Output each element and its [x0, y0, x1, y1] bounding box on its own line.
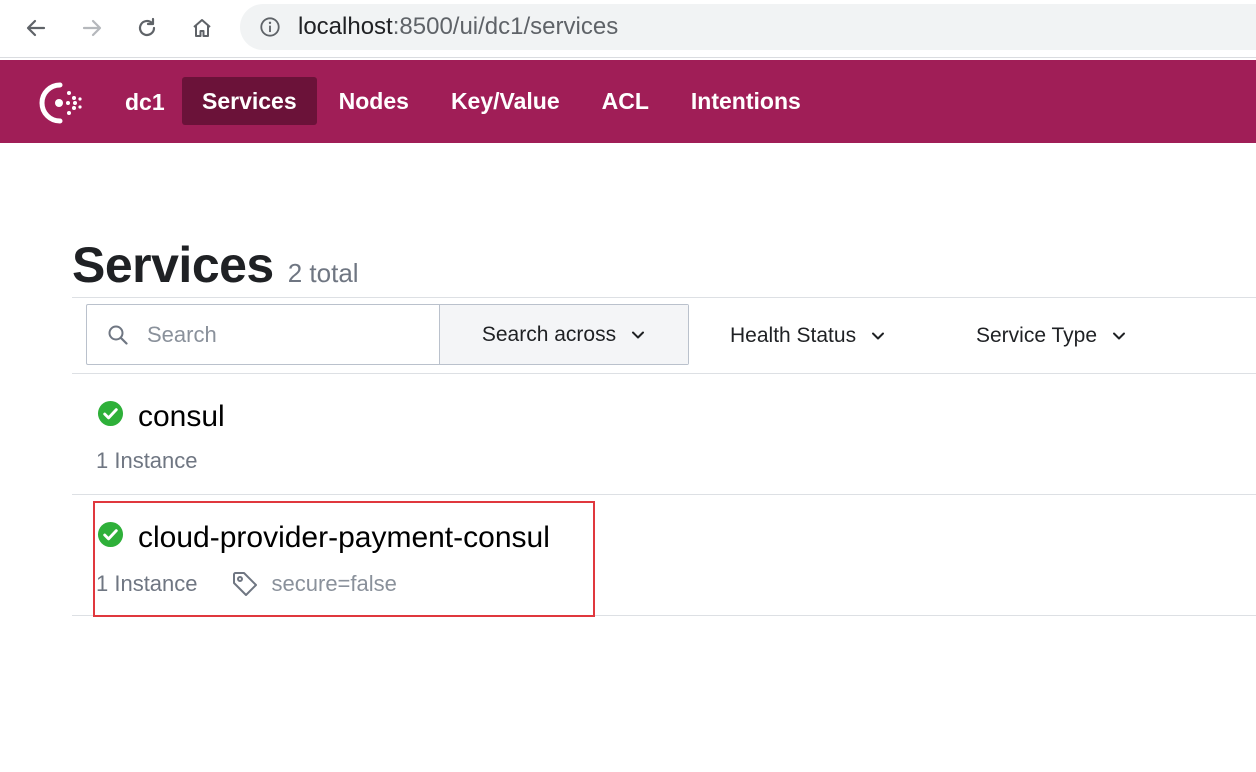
- search-group: Search across: [86, 304, 689, 365]
- datacenter-selector[interactable]: dc1: [125, 89, 165, 116]
- health-status-dropdown[interactable]: Health Status: [730, 316, 886, 356]
- service-list: consul 1 Instance cloud-provider-payment…: [72, 374, 1256, 616]
- arrow-right-icon: [82, 19, 102, 37]
- list-item[interactable]: consul 1 Instance: [72, 374, 1256, 495]
- search-across-dropdown[interactable]: Search across: [439, 305, 688, 364]
- tag-label: secure=false: [271, 571, 397, 596]
- instance-count: 1 Instance: [96, 448, 198, 473]
- chevron-down-icon: [1113, 332, 1126, 340]
- nav-services[interactable]: Services: [182, 77, 317, 125]
- page-title: Services: [72, 237, 274, 293]
- service-type-label: Service Type: [976, 324, 1098, 347]
- health-status-label: Health Status: [730, 324, 857, 347]
- service-name[interactable]: cloud-provider-payment-consul: [138, 521, 550, 555]
- service-type-dropdown[interactable]: Service Type: [976, 316, 1127, 356]
- nav-nodes[interactable]: Nodes: [319, 77, 429, 125]
- url-text: localhost:8500/ui/dc1/services: [298, 13, 619, 40]
- nav-acl[interactable]: ACL: [582, 77, 669, 125]
- instance-count: 1 Instance: [96, 571, 198, 596]
- reload-button[interactable]: [129, 10, 165, 46]
- page-header: Services 2 total: [72, 236, 359, 294]
- search-field[interactable]: [87, 305, 439, 364]
- search-across-label: Search across: [481, 322, 617, 346]
- site-info-icon[interactable]: [258, 15, 282, 39]
- check-circle-icon: [97, 400, 124, 427]
- home-icon: [193, 19, 211, 37]
- search-input[interactable]: [147, 321, 407, 348]
- service-tag: secure=false: [230, 569, 397, 599]
- browser-toolbar: localhost:8500/ui/dc1/services: [0, 0, 1256, 58]
- service-meta: 1 Instance: [96, 448, 198, 474]
- address-bar[interactable]: localhost:8500/ui/dc1/services: [240, 4, 1256, 50]
- filter-toolbar: Search across Health Status Service Type: [72, 297, 1256, 374]
- nav-intentions[interactable]: Intentions: [671, 77, 821, 125]
- list-item[interactable]: cloud-provider-payment-consul 1 Instance…: [72, 495, 1256, 616]
- home-button[interactable]: [184, 10, 220, 46]
- main-nav: Services Nodes Key/Value ACL Intentions: [182, 77, 821, 125]
- chevron-down-icon: [872, 332, 885, 340]
- back-button[interactable]: [18, 10, 54, 46]
- consul-logo-icon[interactable]: [34, 80, 84, 126]
- nav-key-value[interactable]: Key/Value: [431, 77, 580, 125]
- search-icon: [108, 325, 128, 345]
- service-count: 2 total: [287, 258, 359, 288]
- check-circle-icon: [97, 521, 124, 548]
- tag-icon: [232, 572, 257, 596]
- service-meta: 1 Instance secure=false: [96, 569, 397, 599]
- app-header: dc1 Services Nodes Key/Value ACL Intenti…: [0, 60, 1256, 143]
- reload-icon: [138, 17, 156, 37]
- arrow-left-icon: [26, 19, 46, 37]
- service-name[interactable]: consul: [138, 400, 225, 434]
- forward-button[interactable]: [74, 10, 110, 46]
- chevron-down-icon: [632, 331, 645, 338]
